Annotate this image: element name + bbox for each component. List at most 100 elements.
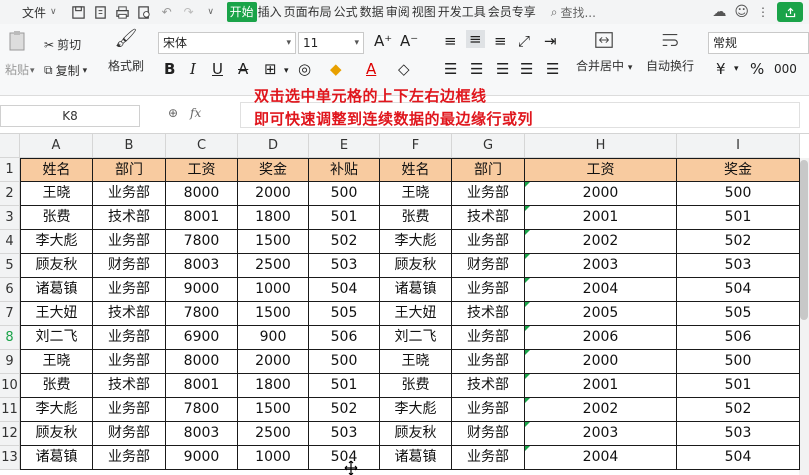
table-cell[interactable]: 2003 — [525, 422, 677, 446]
column-header-d[interactable]: D — [238, 134, 309, 158]
table-cell[interactable]: 技术部 — [452, 374, 525, 398]
table-cell[interactable]: 2500 — [238, 422, 309, 446]
table-cell[interactable]: 504 — [677, 278, 800, 302]
table-cell[interactable]: 900 — [238, 326, 309, 350]
table-cell[interactable]: 2002 — [525, 398, 677, 422]
table-cell[interactable]: 张费 — [380, 206, 452, 230]
table-cell[interactable]: 业务部 — [452, 326, 525, 350]
table-cell[interactable]: 505 — [309, 302, 380, 326]
table-cell[interactable]: 2000 — [525, 350, 677, 374]
file-menu[interactable]: 文件 ∨ — [0, 4, 63, 21]
header-cell[interactable]: 工资 — [166, 158, 238, 182]
table-cell[interactable]: 1000 — [238, 446, 309, 470]
smiley-icon[interactable]: ☺ — [734, 4, 749, 20]
table-cell[interactable]: 503 — [677, 254, 800, 278]
font-color-icon[interactable]: A — [366, 60, 376, 78]
table-cell[interactable]: 王晓 — [380, 350, 452, 374]
table-cell[interactable]: 2002 — [525, 230, 677, 254]
column-header-i[interactable]: I — [677, 134, 800, 158]
table-cell[interactable]: 业务部 — [93, 398, 166, 422]
table-cell[interactable]: 8003 — [166, 254, 238, 278]
table-cell[interactable]: 2001 — [525, 206, 677, 230]
row-header-5[interactable]: 5 — [0, 254, 20, 278]
table-cell[interactable]: 502 — [677, 398, 800, 422]
table-cell[interactable]: 刘二飞 — [380, 326, 452, 350]
column-header-g[interactable]: G — [452, 134, 525, 158]
cut-button[interactable]: ✂ 剪切 — [44, 36, 81, 53]
header-cell[interactable]: 姓名 — [380, 158, 452, 182]
cloud-sync-icon[interactable]: ☁ — [712, 4, 726, 20]
table-cell[interactable]: 业务部 — [93, 230, 166, 254]
table-cell[interactable]: 505 — [677, 302, 800, 326]
redo-icon[interactable]: ↷ — [181, 4, 197, 20]
table-cell[interactable]: 顾友秋 — [380, 254, 452, 278]
justify-icon[interactable]: ☰ — [520, 60, 533, 78]
paste-button[interactable]: 粘贴 — [0, 30, 34, 78]
row-header-3[interactable]: 3 — [0, 206, 20, 230]
align-middle-icon[interactable]: ≡ — [466, 30, 485, 48]
table-cell[interactable]: 王晓 — [20, 182, 93, 206]
select-all-corner[interactable] — [0, 134, 20, 158]
table-cell[interactable]: 顾友秋 — [20, 422, 93, 446]
table-cell[interactable]: 2006 — [525, 326, 677, 350]
table-cell[interactable]: 李大彪 — [20, 230, 93, 254]
table-cell[interactable]: 2500 — [238, 254, 309, 278]
table-cell[interactable]: 1500 — [238, 230, 309, 254]
table-cell[interactable]: 9000 — [166, 278, 238, 302]
save-icon[interactable] — [71, 4, 87, 20]
table-cell[interactable]: 业务部 — [93, 278, 166, 302]
font-size-select[interactable]: 11 ▾ — [298, 32, 364, 54]
clear-format-icon[interactable]: ◇ — [398, 60, 410, 78]
table-cell[interactable]: 8003 — [166, 422, 238, 446]
row-header-9[interactable]: 9 — [0, 350, 20, 374]
table-cell[interactable]: 501 — [677, 206, 800, 230]
align-right-icon[interactable]: ☰ — [496, 60, 509, 78]
chevron-down-icon[interactable]: ▾ — [30, 66, 35, 76]
table-cell[interactable]: 8000 — [166, 182, 238, 206]
table-cell[interactable]: 业务部 — [93, 350, 166, 374]
header-cell[interactable]: 姓名 — [20, 158, 93, 182]
thousands-icon[interactable]: 000 — [774, 62, 797, 76]
wrap-text-button[interactable]: 自动换行 — [646, 30, 694, 74]
column-header-f[interactable]: F — [380, 134, 452, 158]
row-header-2[interactable]: 2 — [0, 182, 20, 206]
share-button[interactable] — [777, 2, 803, 22]
tab-view[interactable]: 视图 — [411, 2, 437, 22]
format-painter-button[interactable]: 🖌 格式刷 — [108, 30, 144, 74]
table-cell[interactable]: 业务部 — [452, 350, 525, 374]
print-preview-icon[interactable] — [137, 4, 153, 20]
table-cell[interactable]: 504 — [677, 446, 800, 470]
table-cell[interactable]: 业务部 — [93, 182, 166, 206]
row-header-12[interactable]: 12 — [0, 422, 20, 446]
copy-button[interactable]: ⧉ 复制 ▾ — [44, 62, 87, 79]
column-header-h[interactable]: H — [525, 134, 677, 158]
row-header-4[interactable]: 4 — [0, 230, 20, 254]
table-cell[interactable]: 王大妞 — [380, 302, 452, 326]
tab-page-layout[interactable]: 页面布局 — [283, 2, 333, 22]
header-cell[interactable]: 奖金 — [238, 158, 309, 182]
fx-icon[interactable]: fx — [190, 106, 201, 120]
table-cell[interactable]: 1500 — [238, 398, 309, 422]
table-cell[interactable]: 501 — [309, 374, 380, 398]
table-cell[interactable]: 技术部 — [93, 374, 166, 398]
header-cell[interactable]: 补贴 — [309, 158, 380, 182]
column-header-a[interactable]: A — [20, 134, 93, 158]
table-cell[interactable]: 顾友秋 — [20, 254, 93, 278]
table-cell[interactable]: 501 — [309, 206, 380, 230]
column-header-b[interactable]: B — [93, 134, 166, 158]
table-cell[interactable]: 财务部 — [452, 254, 525, 278]
table-cell[interactable]: 业务部 — [452, 278, 525, 302]
table-cell[interactable]: 财务部 — [452, 422, 525, 446]
table-cell[interactable]: 技术部 — [452, 206, 525, 230]
table-cell[interactable]: 9000 — [166, 446, 238, 470]
table-cell[interactable]: 张费 — [380, 374, 452, 398]
table-cell[interactable]: 顾友秋 — [380, 422, 452, 446]
header-cell[interactable]: 部门 — [452, 158, 525, 182]
row-header-1[interactable]: 1 — [0, 158, 20, 182]
undo-icon[interactable]: ↶ — [159, 4, 175, 20]
tab-home[interactable]: 开始 — [226, 2, 257, 22]
table-cell[interactable]: 诸葛镇 — [380, 278, 452, 302]
row-header-8[interactable]: 8 — [0, 326, 20, 350]
fill-color-icon[interactable]: ◆ — [330, 60, 342, 78]
table-cell[interactable]: 张费 — [20, 374, 93, 398]
